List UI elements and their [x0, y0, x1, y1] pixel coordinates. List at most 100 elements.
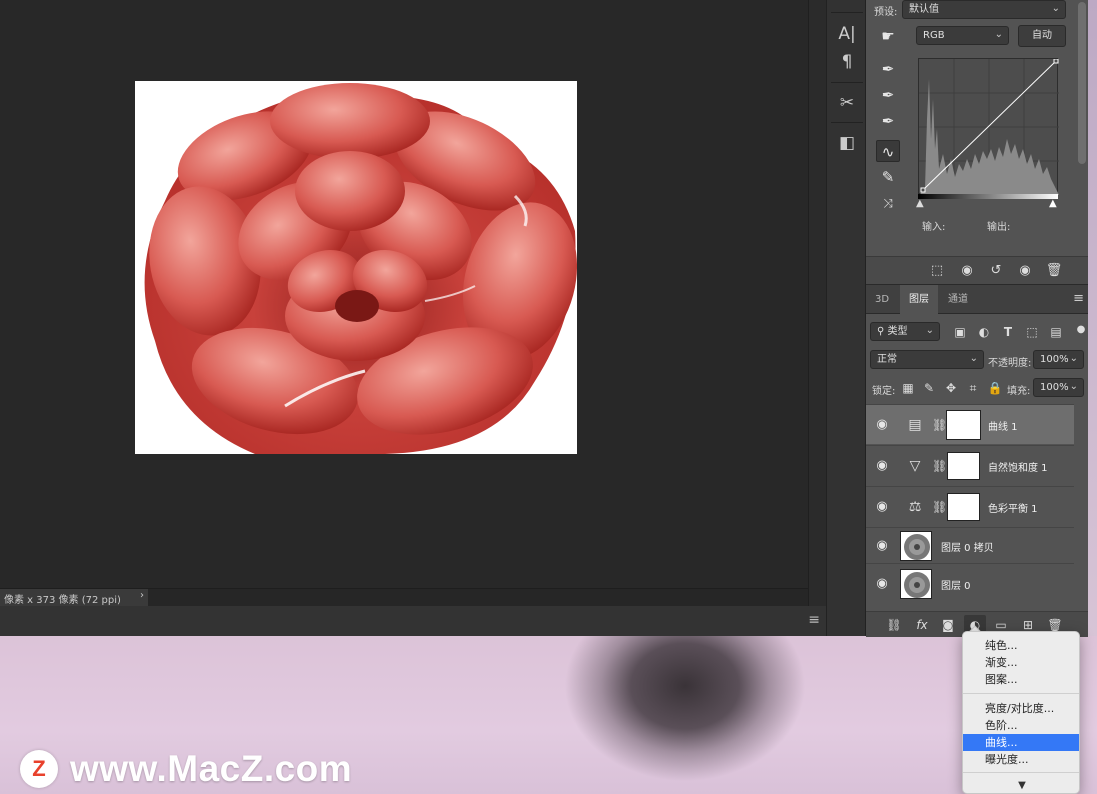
document-image[interactable] — [135, 81, 577, 454]
white-input-slider[interactable]: ▲ — [1049, 198, 1057, 209]
menu-item-levels[interactable]: 色阶... — [963, 717, 1079, 734]
layer-visibility-eye-icon[interactable]: ◉ — [874, 576, 890, 592]
desktop-wallpaper-blur — [525, 636, 885, 794]
layer-style-fx-icon[interactable]: fx — [911, 615, 933, 635]
canvas-scrollbar[interactable] — [808, 0, 826, 606]
layer-mask-link-icon[interactable]: ⛓ — [932, 497, 947, 517]
lock-all-icon[interactable]: 🔒 — [986, 379, 1004, 397]
layer-mask-thumbnail[interactable] — [947, 493, 980, 521]
layers-panel-tabs: 3D 图层 通道 ≡ — [866, 285, 1088, 314]
menu-scroll-down-arrow[interactable]: ▼ — [963, 780, 1079, 791]
curve-pencil-icon[interactable]: ✎ — [876, 166, 900, 188]
menu-item-curves[interactable]: 曲线... — [963, 734, 1079, 751]
menu-separator — [963, 693, 1079, 694]
layers-panel: 3D 图层 通道 ≡ ⚲ 类型 ⌄ ▣ ◐ T ⬚ ▤ ● 正常 ⌄ 不透明度: 1… — [866, 284, 1090, 637]
preset-select[interactable]: 默认值 ⌄ — [902, 0, 1066, 19]
opacity-field[interactable]: 100% ⌄ — [1033, 350, 1084, 369]
menu-item-brightness-contrast[interactable]: 亮度/对比度... — [963, 700, 1079, 717]
properties-scrollbar[interactable] — [1076, 0, 1088, 284]
tab-channels[interactable]: 通道 — [940, 285, 976, 314]
layer-name[interactable]: 图层 0 拷贝 — [941, 539, 994, 554]
panel-icon-strip: A| ¶ ✂ ◧ — [826, 0, 866, 636]
smart-object-filter-icon[interactable]: ▤ — [1047, 323, 1065, 341]
menu-item-exposure[interactable]: 曝光度... — [963, 751, 1079, 768]
fill-field[interactable]: 100% ⌄ — [1033, 378, 1084, 397]
document-canvas-area[interactable] — [0, 0, 808, 588]
targeted-adjustment-icon[interactable]: ☛ — [876, 25, 900, 47]
layer-visibility-eye-icon[interactable]: ◉ — [874, 458, 890, 474]
reset-icon[interactable]: ↺ — [985, 261, 1007, 281]
desktop-edge — [1088, 0, 1097, 636]
shape-filter-icon[interactable]: ⬚ — [1023, 323, 1041, 341]
layer-mask-thumbnail[interactable] — [947, 452, 980, 480]
layer-thumbnail[interactable] — [900, 531, 932, 561]
chevron-down-icon: ⌄ — [925, 325, 934, 336]
menu-item-solid-color[interactable]: 纯色... — [963, 637, 1079, 654]
libraries-icon[interactable]: ◧ — [835, 132, 859, 154]
timeline-strip: ≡ — [0, 606, 826, 636]
layer-row-layer-0-copy[interactable]: ◉ 图层 0 拷贝 — [866, 527, 1074, 563]
layers-scrollbar[interactable] — [1074, 402, 1088, 612]
layer-name[interactable]: 曲线 1 — [988, 418, 1018, 433]
color-balance-adjustment-icon: ⚖ — [908, 499, 922, 515]
layer-name[interactable]: 图层 0 — [941, 577, 971, 592]
lock-position-icon[interactable]: ✥ — [942, 379, 960, 397]
filter-toggle-icon[interactable]: ● — [1072, 321, 1090, 339]
white-point-eyedropper-icon[interactable]: ✒ — [876, 110, 900, 132]
strip-menu-icon[interactable]: ≡ — [808, 612, 820, 628]
layer-mask-link-icon[interactable]: ⛓ — [932, 456, 947, 476]
layer-visibility-eye-icon[interactable]: ◉ — [874, 538, 890, 554]
type-filter-icon[interactable]: T — [999, 323, 1017, 341]
chevron-down-icon: ⌄ — [1051, 3, 1060, 14]
output-label: 输出: — [987, 222, 1011, 233]
tab-3d[interactable]: 3D — [866, 285, 898, 314]
menu-item-pattern[interactable]: 图案... — [963, 671, 1079, 688]
document-info[interactable]: 像素 x 373 像素 (72 ppi) › — [0, 589, 148, 606]
layer-name[interactable]: 色彩平衡 1 — [988, 500, 1038, 515]
layer-thumbnail[interactable] — [900, 569, 932, 599]
lock-transparent-icon[interactable]: ▦ — [899, 379, 917, 397]
status-expand-arrow[interactable]: › — [140, 590, 144, 601]
watermark: Z www.MacZ.com — [20, 748, 352, 790]
layer-mask-thumbnail[interactable] — [946, 410, 981, 440]
toolbar-divider — [831, 12, 863, 13]
menu-item-gradient[interactable]: 渐变... — [963, 654, 1079, 671]
character-panel-icon[interactable]: A| — [835, 23, 859, 45]
layer-row-vibrance[interactable]: ◉ ▽ ⛓ 自然饱和度 1 — [866, 445, 1074, 485]
chevron-down-icon: ⌄ — [994, 29, 1003, 40]
gray-point-eyedropper-icon[interactable]: ✒ — [876, 84, 900, 106]
smooth-curve-icon[interactable]: ⤨ — [876, 192, 900, 214]
black-input-slider[interactable]: ▲ — [916, 198, 924, 209]
layer-row-color-balance[interactable]: ◉ ⚖ ⛓ 色彩平衡 1 — [866, 486, 1074, 526]
opacity-label: 不透明度: — [988, 358, 1032, 369]
channel-select[interactable]: RGB ⌄ — [916, 26, 1009, 45]
lock-artboard-icon[interactable]: ⌗ — [964, 379, 982, 397]
tab-layers[interactable]: 图层 — [900, 285, 938, 314]
blend-mode-select[interactable]: 正常 ⌄ — [870, 350, 984, 369]
add-mask-icon[interactable]: ◙ — [937, 615, 959, 635]
delete-adjustment-icon[interactable]: 🗑 — [1043, 261, 1065, 281]
pixel-filter-icon[interactable]: ▣ — [951, 323, 969, 341]
layer-name[interactable]: 自然饱和度 1 — [988, 459, 1048, 474]
adjustment-filter-icon[interactable]: ◐ — [975, 323, 993, 341]
lock-image-brush-icon[interactable]: ✎ — [920, 379, 938, 397]
scroll-thumb[interactable] — [1078, 2, 1086, 164]
curves-graph[interactable] — [918, 58, 1059, 195]
link-layers-icon[interactable]: ⛓ — [883, 615, 905, 635]
curve-edit-points-icon[interactable]: ∿ — [876, 140, 900, 162]
layer-row-curves[interactable]: ◉ ▤ ⛓ 曲线 1 — [866, 404, 1074, 444]
panel-menu-icon[interactable]: ≡ — [1073, 291, 1084, 306]
view-previous-state-icon[interactable]: ◉ — [956, 261, 978, 281]
layer-mask-link-icon[interactable]: ⛓ — [932, 415, 947, 435]
layer-row-layer-0[interactable]: ◉ 图层 0 — [866, 563, 1074, 603]
tool-presets-icon[interactable]: ✂ — [835, 92, 859, 114]
visibility-eye-icon[interactable]: ◉ — [1014, 261, 1036, 281]
auto-button[interactable]: 自动 — [1018, 25, 1066, 47]
black-point-eyedropper-icon[interactable]: ✒ — [876, 58, 900, 80]
layer-visibility-eye-icon[interactable]: ◉ — [874, 417, 890, 433]
filter-kind-select[interactable]: ⚲ 类型 ⌄ — [870, 322, 940, 341]
clip-to-layer-icon[interactable]: ⬚ — [926, 261, 948, 281]
layer-visibility-eye-icon[interactable]: ◉ — [874, 499, 890, 515]
paragraph-panel-icon[interactable]: ¶ — [835, 51, 859, 73]
rose-thumbnail-icon — [904, 534, 930, 560]
